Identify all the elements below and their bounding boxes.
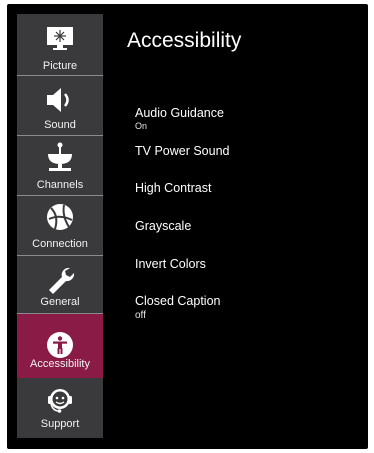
option-label: Grayscale [135, 219, 192, 233]
page-title: Accessibility [127, 29, 242, 52]
sidebar-item-picture[interactable]: Picture [17, 14, 103, 76]
option-label: TV Power Sound [135, 144, 230, 158]
option-closed-caption[interactable]: Closed Caption off [135, 294, 220, 321]
option-value: On [135, 121, 148, 131]
sidebar-item-channels[interactable]: Channels [17, 136, 103, 196]
option-high-contrast[interactable]: High Contrast [135, 181, 211, 196]
sidebar-item-accessibility[interactable]: Accessibility [17, 314, 103, 378]
sidebar-item-label: Sound [44, 119, 76, 131]
sidebar-item-label: Channels [36, 179, 84, 191]
option-invert-colors[interactable]: Invert Colors [135, 257, 206, 272]
wrench-icon [44, 264, 76, 296]
sidebar-item-label: Connection [32, 238, 88, 250]
sidebar-item-general[interactable]: General [17, 256, 103, 314]
option-label: Closed Caption [135, 294, 221, 308]
satellite-dish-icon [44, 140, 76, 172]
accessibility-icon [44, 329, 76, 361]
sidebar-item-label: Accessibility [30, 358, 90, 370]
sidebar-item-label: Support [40, 418, 80, 430]
option-label: Audio Guidance [135, 106, 224, 120]
option-audio-guidance[interactable]: Audio Guidance On [135, 106, 224, 132]
sidebar-item-support[interactable]: Support [17, 378, 103, 438]
globe-icon [44, 201, 76, 233]
option-value: off [135, 310, 146, 321]
option-label: Invert Colors [135, 257, 206, 271]
picture-icon [44, 22, 76, 54]
sidebar-item-label: General [40, 296, 80, 308]
sidebar-item-label: Picture [42, 60, 78, 72]
sidebar-item-connection[interactable]: Connection [17, 196, 103, 256]
sidebar-item-sound[interactable]: Sound [17, 76, 103, 136]
option-tv-power-sound[interactable]: TV Power Sound [135, 144, 230, 159]
headset-icon [44, 384, 76, 416]
speaker-icon [44, 84, 76, 116]
option-label: High Contrast [135, 181, 212, 195]
option-grayscale[interactable]: Grayscale [135, 219, 191, 234]
tv-settings-screen: Picture Sound Channels Connection Genera… [7, 4, 368, 449]
settings-sidebar: Picture Sound Channels Connection Genera… [17, 14, 103, 438]
